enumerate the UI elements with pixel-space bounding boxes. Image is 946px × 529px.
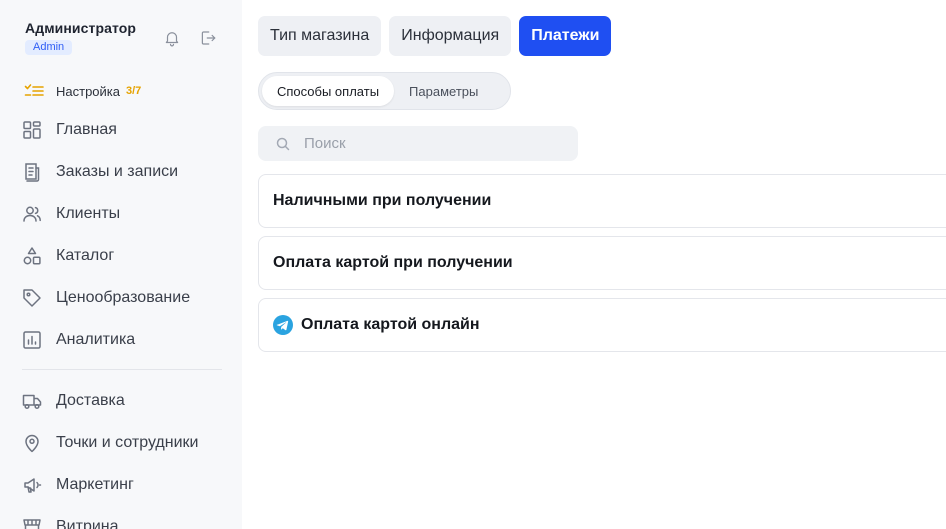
- nav-item-pricing[interactable]: Ценообразование: [22, 286, 190, 310]
- nav-item-locations[interactable]: Точки и сотрудники: [22, 431, 198, 455]
- sidebar-divider: [22, 369, 222, 370]
- role-badge: Admin: [25, 40, 73, 55]
- checklist-icon: [24, 83, 44, 99]
- nav-label: Аналитика: [56, 331, 136, 348]
- receipt-icon: [22, 162, 42, 182]
- payment-method-cash[interactable]: Наличными при получении: [258, 174, 946, 228]
- user-block: Администратор Admin: [25, 20, 136, 55]
- grid-icon: [22, 120, 42, 140]
- setup-count: 3/7: [126, 85, 142, 97]
- payment-method-card-online[interactable]: Оплата картой онлайн: [258, 298, 946, 352]
- tab-information[interactable]: Информация: [389, 16, 512, 56]
- payment-method-label: Оплата картой онлайн: [301, 316, 480, 333]
- nav-item-orders[interactable]: Заказы и записи: [22, 160, 178, 184]
- bell-icon[interactable]: [163, 29, 181, 47]
- nav-label: Ценообразование: [56, 289, 191, 306]
- search-icon: [276, 137, 290, 151]
- logout-icon[interactable]: [199, 29, 217, 47]
- payments-subtabs: Способы оплаты Параметры: [258, 72, 511, 110]
- nav-label: Витрина: [56, 518, 119, 529]
- payment-method-card-on-delivery[interactable]: Оплата картой при получении: [258, 236, 946, 290]
- catalog-shapes-icon: [22, 246, 42, 266]
- nav-item-storefront[interactable]: Витрина: [22, 515, 119, 529]
- main-content: Тип магазина Информация Платежи Способы …: [242, 0, 946, 529]
- nav-label: Маркетинг: [56, 476, 134, 493]
- nav-item-home[interactable]: Главная: [22, 118, 117, 142]
- settings-tabs: Тип магазина Информация Платежи: [258, 16, 619, 56]
- map-pin-icon: [22, 433, 42, 453]
- payment-method-label: Наличными при получении: [273, 192, 492, 209]
- nav-label: Главная: [56, 121, 117, 138]
- user-name: Администратор: [25, 20, 137, 36]
- sidebar: Администратор Admin Настройка 3/7 Главна…: [0, 0, 242, 529]
- subtab-payment-methods[interactable]: Способы оплаты: [262, 76, 395, 106]
- nav-label: Заказы и записи: [56, 163, 179, 180]
- users-icon: [22, 204, 42, 224]
- nav-item-marketing[interactable]: Маркетинг: [22, 473, 134, 497]
- search-input[interactable]: [304, 135, 544, 152]
- nav-item-clients[interactable]: Клиенты: [22, 202, 120, 226]
- subtab-parameters[interactable]: Параметры: [394, 76, 493, 106]
- nav-label: Доставка: [56, 392, 125, 409]
- nav-item-analytics[interactable]: Аналитика: [22, 328, 135, 352]
- nav-label: Точки и сотрудники: [56, 434, 199, 451]
- nav-label: Каталог: [56, 247, 115, 264]
- megaphone-icon: [22, 475, 42, 495]
- nav-label: Клиенты: [56, 205, 121, 222]
- tab-store-type[interactable]: Тип магазина: [258, 16, 382, 56]
- price-tag-icon: [22, 288, 42, 308]
- setup-progress[interactable]: Настройка 3/7: [24, 82, 141, 100]
- setup-label: Настройка: [56, 83, 120, 99]
- tab-payments[interactable]: Платежи: [519, 16, 612, 56]
- telegram-icon: [273, 315, 293, 335]
- truck-icon: [22, 391, 42, 411]
- nav-item-catalog[interactable]: Каталог: [22, 244, 114, 268]
- chart-icon: [22, 330, 42, 350]
- payment-method-label: Оплата картой при получении: [273, 254, 513, 271]
- nav-item-delivery[interactable]: Доставка: [22, 389, 125, 413]
- storefront-icon: [22, 517, 42, 529]
- search-box: [258, 126, 578, 161]
